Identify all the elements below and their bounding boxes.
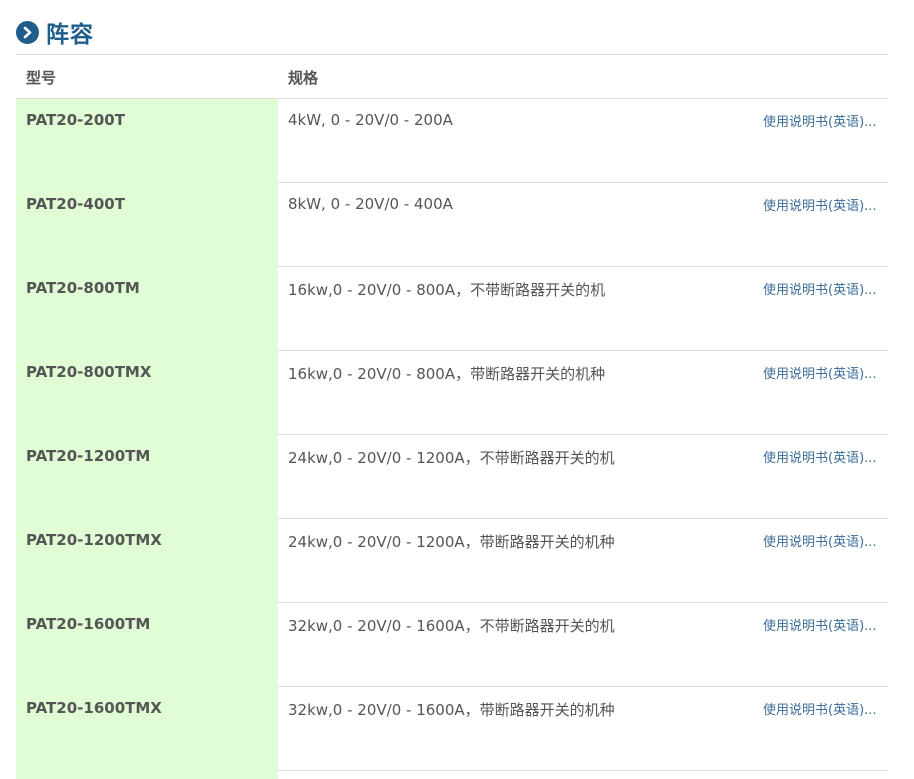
manual-link[interactable]: 使用说明书(英语)...	[763, 615, 881, 634]
table-row: PAT20-800TMX 16kw,0 - 20V/0 - 800A，带断路器开…	[16, 351, 888, 435]
model-name: PAT20-800TMX	[26, 363, 152, 381]
table-row: PAT20-800TM 16kw,0 - 20V/0 - 800A，不带断路器开…	[16, 267, 888, 351]
column-header-spec: 规格	[288, 69, 319, 87]
page: 阵容 型号 规格 PAT20-200T 4kW, 0 - 20V/0 - 200…	[0, 0, 914, 779]
model-name: PAT20-200T	[26, 111, 125, 129]
table-row-partial	[16, 771, 888, 779]
manual-link[interactable]: 使用说明书(英语)...	[763, 447, 881, 466]
spec-text: 24kw,0 - 20V/0 - 1200A，带断路器开关的机种	[288, 533, 615, 551]
spec-text: 4kW, 0 - 20V/0 - 200A	[288, 111, 453, 129]
table-row: PAT20-1600TMX 32kw,0 - 20V/0 - 1600A，带断路…	[16, 687, 888, 771]
section-title: 阵容	[46, 22, 94, 48]
table-row: PAT20-400T 8kW, 0 - 20V/0 - 400A 使用说明书(英…	[16, 183, 888, 267]
table-row: PAT20-200T 4kW, 0 - 20V/0 - 200A 使用说明书(英…	[16, 99, 888, 183]
spec-text: 32kw,0 - 20V/0 - 1600A，不带断路器开关的机	[288, 617, 615, 635]
model-cell	[16, 771, 278, 779]
manual-link[interactable]: 使用说明书(英语)...	[763, 279, 881, 298]
product-table: 型号 规格 PAT20-200T 4kW, 0 - 20V/0 - 200A 使…	[16, 54, 888, 779]
column-header-model: 型号	[26, 69, 57, 87]
section-header: 阵容	[16, 14, 94, 50]
table-row: PAT20-1200TM 24kw,0 - 20V/0 - 1200A，不带断路…	[16, 435, 888, 519]
manual-link[interactable]: 使用说明书(英语)...	[763, 531, 881, 550]
chevron-right-circle-icon	[16, 20, 39, 44]
spec-text: 24kw,0 - 20V/0 - 1200A，不带断路器开关的机	[288, 449, 615, 467]
manual-link[interactable]: 使用说明书(英语)...	[763, 195, 881, 214]
spec-text: 16kw,0 - 20V/0 - 800A，带断路器开关的机种	[288, 365, 606, 383]
model-name: PAT20-1600TM	[26, 615, 151, 633]
manual-link[interactable]: 使用说明书(英语)...	[763, 111, 881, 130]
spec-text: 8kW, 0 - 20V/0 - 400A	[288, 195, 453, 213]
model-name: PAT20-1600TMX	[26, 699, 162, 717]
model-name: PAT20-800TM	[26, 279, 140, 297]
table-header: 型号 规格	[16, 54, 888, 99]
model-name: PAT20-1200TMX	[26, 531, 162, 549]
spec-text: 16kw,0 - 20V/0 - 800A，不带断路器开关的机	[288, 281, 606, 299]
table-row: PAT20-1200TMX 24kw,0 - 20V/0 - 1200A，带断路…	[16, 519, 888, 603]
model-name: PAT20-400T	[26, 195, 125, 213]
model-name: PAT20-1200TM	[26, 447, 151, 465]
spec-text: 32kw,0 - 20V/0 - 1600A，带断路器开关的机种	[288, 701, 615, 719]
manual-link[interactable]: 使用说明书(英语)...	[763, 363, 881, 382]
table-row: PAT20-1600TM 32kw,0 - 20V/0 - 1600A，不带断路…	[16, 603, 888, 687]
manual-link[interactable]: 使用说明书(英语)...	[763, 699, 881, 718]
